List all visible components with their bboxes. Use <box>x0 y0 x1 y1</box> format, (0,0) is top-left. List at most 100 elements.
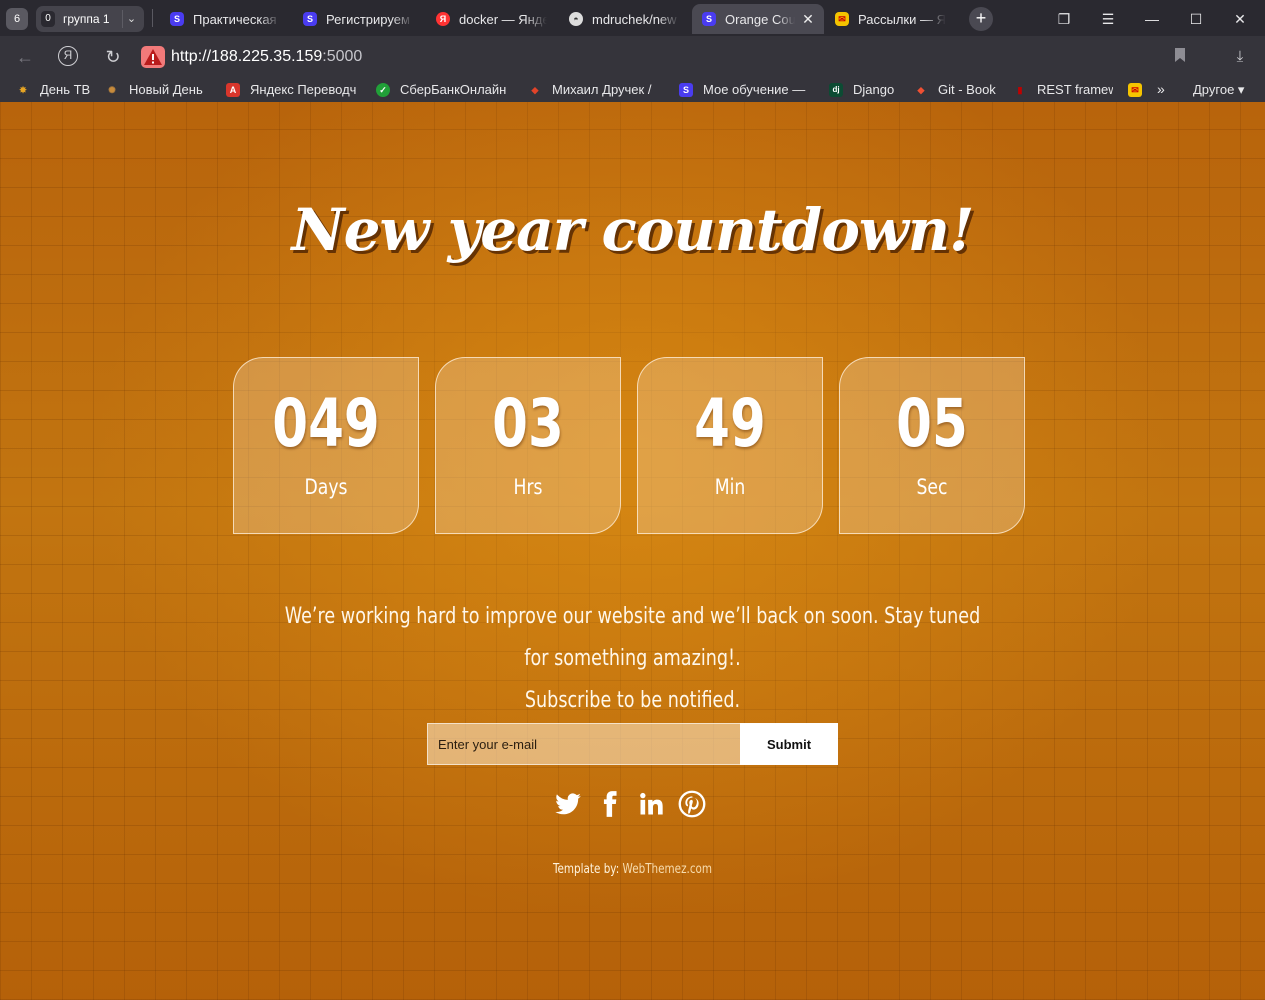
tab-group-name: группа 1 <box>63 12 110 26</box>
tab-6[interactable]: ✉ Рассылки — Я <box>825 4 957 34</box>
sun-icon: ✺ <box>108 85 116 95</box>
bookmark-item[interactable]: ✺ Новый День <box>105 81 215 99</box>
tab-divider <box>152 9 153 27</box>
counter-minutes: 49 Min <box>637 357 823 534</box>
insecure-connection-icon[interactable] <box>141 46 165 68</box>
counter-days: 049 Days <box>233 357 419 534</box>
counter-value: 05 <box>896 385 968 462</box>
counter-label: Min <box>714 475 746 499</box>
counter-value: 49 <box>694 385 766 462</box>
bookmark-label: REST framew <box>1037 82 1113 97</box>
linkedin-icon[interactable] <box>637 790 665 818</box>
bookmark-label: День ТВ <box>40 82 91 97</box>
mail-icon: ✉ <box>835 12 849 26</box>
yandex-home-icon[interactable]: Я <box>58 46 78 66</box>
tab-3[interactable]: Я docker — Янде <box>426 4 558 34</box>
close-icon[interactable]: ✕ <box>800 11 816 27</box>
bookmark-icon[interactable] <box>1170 47 1190 67</box>
chevron-down-icon[interactable]: ⌄ <box>122 10 140 28</box>
email-input[interactable] <box>427 723 741 765</box>
countdown-page: New year countdown! 049 Days 03 Hrs 49 M… <box>0 102 1265 1000</box>
rest-icon: ▮ <box>1017 85 1023 95</box>
submit-button[interactable]: Submit <box>740 723 838 765</box>
more-bookmarks-icon[interactable]: » <box>1157 81 1165 97</box>
tab-title: Практическая <box>193 12 277 27</box>
s-icon: S <box>303 12 317 26</box>
tab-group[interactable]: 0 группа 1 ⌄ <box>36 6 144 32</box>
other-bookmarks-label: Другое <box>1193 82 1235 97</box>
bookmark-item[interactable]: A Яндекс Переводч <box>226 81 360 99</box>
template-credit: Template by: WebThemez.com <box>127 862 1139 877</box>
tab-2[interactable]: S Регистрируем <box>293 4 425 34</box>
url-port: :5000 <box>322 48 363 65</box>
credit-link[interactable]: WebThemez.com <box>623 862 713 877</box>
url-host: http://188.225.35.159 <box>171 48 323 65</box>
tab-title: mdruchek/new <box>592 12 677 27</box>
github-icon: ◓ <box>569 12 583 26</box>
django-icon: dj <box>829 83 843 97</box>
minimize-icon[interactable]: — <box>1141 8 1163 30</box>
reload-icon[interactable]: ↻ <box>101 46 125 70</box>
bookmark-item[interactable]: ▮ REST framew <box>1013 81 1113 99</box>
bookmark-label: Новый День <box>129 82 203 97</box>
bookmark-item[interactable]: ✉ <box>1128 81 1146 99</box>
tab-1[interactable]: S Практическая <box>160 4 292 34</box>
bookmark-item[interactable]: ◆ Git - Book <box>914 81 1004 99</box>
twitter-icon[interactable] <box>554 790 582 818</box>
bookmark-label: Яндекс Переводч <box>250 82 357 97</box>
translate-icon: A <box>226 83 240 97</box>
sber-icon: ✓ <box>376 83 390 97</box>
tab-title: Рассылки — Я <box>858 12 946 27</box>
download-icon[interactable]: ⤓ <box>1230 47 1250 67</box>
browser-chrome: 6 0 группа 1 ⌄ S Практическая S Регистри… <box>0 0 1265 102</box>
mail-icon: ✉ <box>1128 83 1142 97</box>
bookmark-label: Михаил Дручек / <box>552 82 652 97</box>
star-icon: ✸ <box>19 85 27 95</box>
bookmark-label: СберБанкОнлайн <box>400 82 507 97</box>
counter-value: 049 <box>272 385 380 462</box>
counter-seconds: 05 Sec <box>839 357 1025 534</box>
address-bar[interactable]: http://188.225.35.159:5000 <box>171 48 362 66</box>
tagline-line-1: We’re working hard to improve our websit… <box>284 604 981 671</box>
counter-label: Sec <box>916 475 948 499</box>
facebook-icon[interactable] <box>596 790 624 818</box>
git-icon: ◆ <box>917 85 925 95</box>
tab-strip: 6 0 группа 1 ⌄ S Практическая S Регистри… <box>0 0 1265 36</box>
other-bookmarks-folder[interactable]: Другое ▾ <box>1193 82 1244 98</box>
tab-title: Регистрируем <box>326 12 410 27</box>
tab-4[interactable]: ◓ mdruchek/new <box>559 4 691 34</box>
bookmarks-bar: ✸ День ТВ ✺ Новый День A Яндекс Переводч… <box>0 78 1265 102</box>
s-icon: S <box>170 12 184 26</box>
bookmark-item[interactable]: S Мое обучение — <box>679 81 813 99</box>
s-icon: S <box>679 83 693 97</box>
counter-label: Hrs <box>513 475 543 499</box>
tab-5-active[interactable]: S Orange Cou ✕ <box>692 4 824 34</box>
page-title: New year countdown! <box>291 196 975 264</box>
menu-icon[interactable]: ☰ <box>1097 8 1119 30</box>
bookmark-label: Git - Book <box>938 82 996 97</box>
close-window-icon[interactable]: ✕ <box>1229 8 1251 30</box>
bookmark-label: Django <box>853 82 895 97</box>
tab-counter-button[interactable]: 6 <box>6 8 28 30</box>
s-icon: S <box>702 12 716 26</box>
credit-prefix: Template by: <box>552 862 620 877</box>
tab-title: docker — Янде <box>459 12 547 27</box>
yandex-icon: Я <box>436 12 450 26</box>
bookmark-label: Мое обучение — <box>703 82 806 97</box>
counter-hours: 03 Hrs <box>435 357 621 534</box>
bookmarks-panel-icon[interactable]: ❐ <box>1053 8 1075 30</box>
tab-title: Orange Cou <box>725 12 795 27</box>
back-icon[interactable]: ← <box>13 46 37 70</box>
pinterest-icon[interactable] <box>678 790 706 818</box>
counter-value: 03 <box>492 385 564 462</box>
tagline-line-2: Subscribe to be notified. <box>524 688 741 713</box>
maximize-icon[interactable]: ☐ <box>1185 8 1207 30</box>
tagline: We’re working hard to improve our websit… <box>271 596 995 722</box>
new-tab-button[interactable]: + <box>969 7 993 31</box>
counter-label: Days <box>304 475 348 499</box>
gitlab-icon: ◆ <box>531 85 539 95</box>
bookmark-item[interactable]: ◆ Михаил Дручек / <box>528 81 664 99</box>
bookmark-item[interactable]: ✓ СберБанкОнлайн <box>376 81 516 99</box>
bookmark-item[interactable]: ✸ День ТВ <box>16 81 96 99</box>
bookmark-item[interactable]: dj Django <box>829 81 905 99</box>
